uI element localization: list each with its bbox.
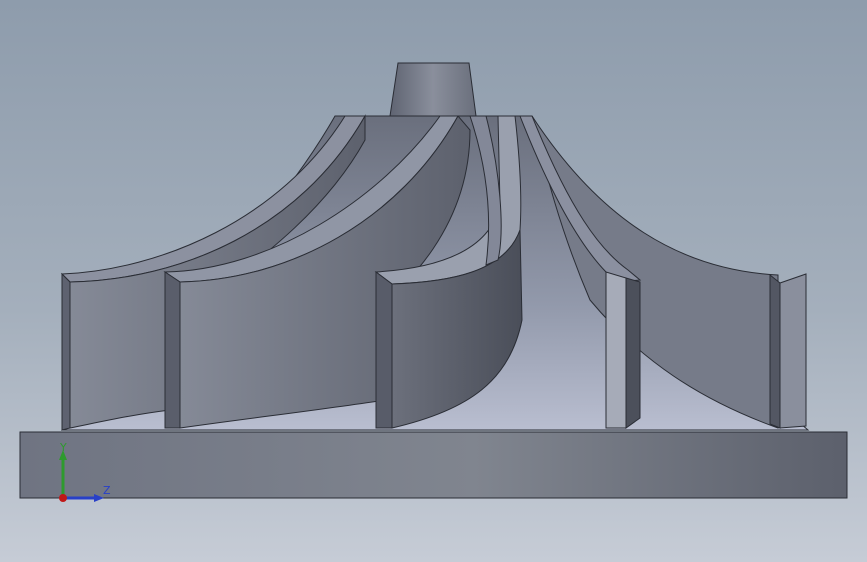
shaft bbox=[389, 62, 477, 117]
z-axis-label: Z bbox=[103, 484, 111, 497]
coordinate-triad: Y Z bbox=[50, 438, 120, 508]
origin-icon bbox=[59, 494, 67, 502]
blade-far-right-side bbox=[779, 273, 807, 429]
blade-left-face bbox=[61, 272, 71, 431]
blade-middle-front bbox=[375, 271, 393, 429]
y-axis-label: Y bbox=[60, 441, 67, 454]
blade-far-right-front bbox=[769, 273, 781, 429]
impeller-model[interactable] bbox=[0, 0, 867, 562]
blade-second-front bbox=[164, 271, 181, 429]
graphics-viewport[interactable]: Y Z bbox=[0, 0, 867, 562]
base-plate bbox=[19, 431, 848, 499]
blade-right-side bbox=[625, 277, 641, 429]
blade-right-front bbox=[605, 271, 627, 429]
